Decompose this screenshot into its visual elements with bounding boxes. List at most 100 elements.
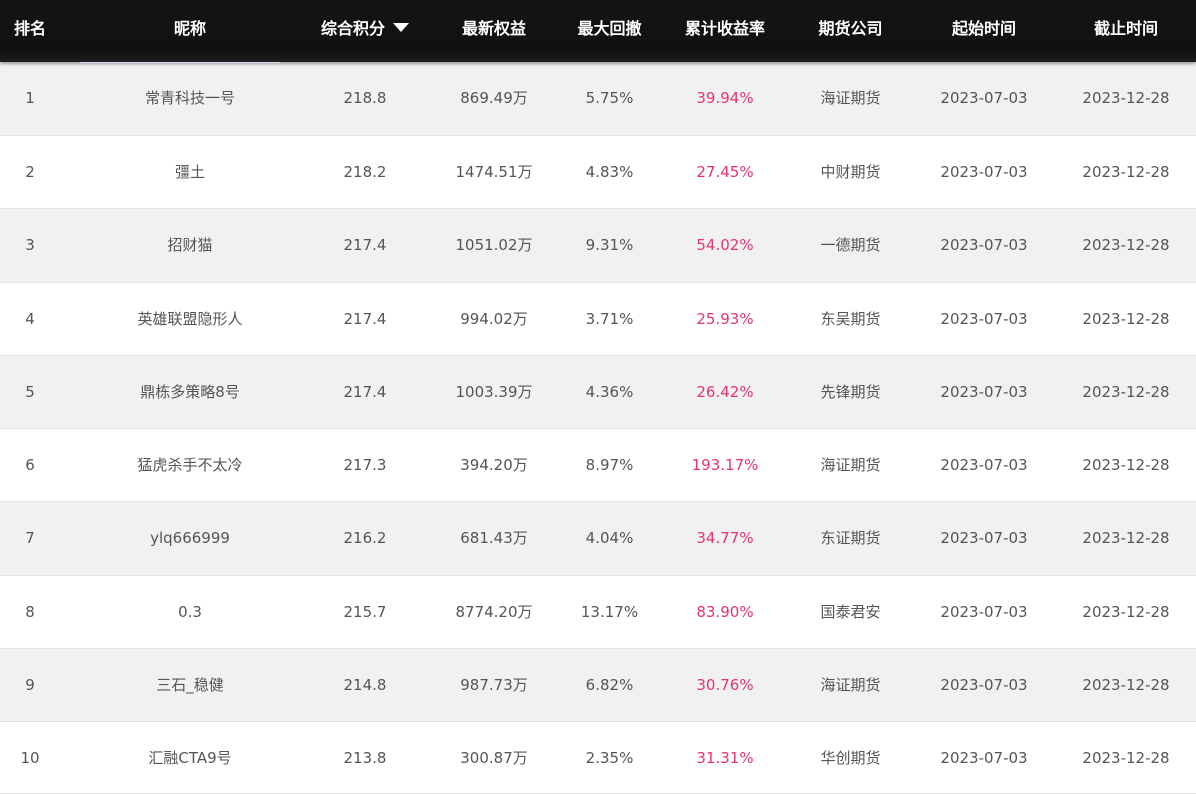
header-cumulative-return[interactable]: 累计收益率 (661, 0, 789, 58)
drawdown-cell: 8.97% (585, 456, 634, 474)
nickname-cell[interactable]: 0.3 (90, 576, 290, 648)
company-cell: 东证期货 (820, 529, 881, 547)
end-date-cell: 2023-12-28 (1082, 529, 1170, 547)
return-cell: 26.42% (696, 383, 754, 401)
score-cell: 215.7 (343, 603, 387, 621)
nickname-cell[interactable]: ylq666999 (90, 502, 290, 574)
header-max-drawdown[interactable]: 最大回撤 (558, 0, 661, 58)
company-cell: 先锋期货 (820, 383, 881, 401)
nickname-cell[interactable]: 招财猫 (90, 209, 290, 281)
nickname-cell[interactable]: 英雄联盟隐形人 (90, 283, 290, 355)
rank-cell: 7 (25, 529, 35, 547)
company-cell: 海证期货 (820, 456, 881, 474)
caret-down-icon[interactable] (393, 23, 409, 32)
equity-cell: 8774.20万 (455, 603, 533, 621)
start-date-cell: 2023-07-03 (940, 236, 1028, 254)
score-cell: 213.8 (343, 749, 387, 767)
nickname-cell[interactable]: 鼎栋多策略8号 (90, 356, 290, 428)
table-row[interactable]: 9 三石_稳健 214.8 987.73万 6.82% 30.76% 海证期货 2023-07… (0, 649, 1196, 722)
header-nickname[interactable]: 昵称 (90, 0, 290, 58)
rank-cell: 5 (25, 383, 35, 401)
table-row[interactable]: 2 彊土 218.2 1474.51万 4.83% 27.45% 中财期货 2023-07-0… (0, 136, 1196, 209)
company-cell: 中财期货 (820, 163, 881, 181)
nickname-cell[interactable]: 猛虎杀手不太冷 (90, 429, 290, 501)
equity-cell: 987.73万 (460, 676, 528, 694)
company-cell: 华创期货 (820, 749, 881, 767)
rank-cell: 4 (25, 310, 35, 328)
header-equity[interactable]: 最新权益 (430, 0, 558, 58)
end-date-cell: 2023-12-28 (1082, 676, 1170, 694)
header-score[interactable]: 综合积分 (300, 0, 430, 58)
end-date-cell: 2023-12-28 (1082, 89, 1170, 107)
header-end-date[interactable]: 截止时间 (1056, 0, 1196, 58)
score-cell: 214.8 (343, 676, 387, 694)
return-cell: 30.76% (696, 676, 754, 694)
rank-cell: 1 (25, 89, 35, 107)
return-cell: 83.90% (696, 603, 754, 621)
drawdown-cell: 6.82% (585, 676, 634, 694)
rank-cell: 6 (25, 456, 35, 474)
score-cell: 217.4 (343, 383, 387, 401)
equity-cell: 394.20万 (460, 456, 528, 474)
equity-cell: 681.43万 (460, 529, 528, 547)
return-cell: 25.93% (696, 310, 754, 328)
equity-cell: 1474.51万 (455, 163, 533, 181)
company-cell: 海证期货 (820, 676, 881, 694)
table-row[interactable]: 5 鼎栋多策略8号 217.4 1003.39万 4.36% 26.42% 先锋期货 2023… (0, 356, 1196, 429)
rank-cell: 8 (25, 603, 35, 621)
company-cell: 东吴期货 (820, 310, 881, 328)
ranking-table: 排名 昵称 综合积分 最新权益 最大回撤 累计收益率 期货公司 起始时间 截止时… (0, 0, 1196, 794)
header-score-label[interactable]: 综合积分 (321, 19, 385, 38)
drawdown-cell: 3.71% (585, 310, 634, 328)
end-date-cell: 2023-12-28 (1082, 310, 1170, 328)
header-futures-company[interactable]: 期货公司 (789, 0, 912, 58)
table-row[interactable]: 1 常青科技一号 218.8 869.49万 5.75% 39.94% 海证期货 2023-0… (0, 62, 1196, 136)
equity-cell: 869.49万 (460, 89, 528, 107)
drawdown-cell: 9.31% (585, 236, 634, 254)
drawdown-cell: 4.83% (585, 163, 634, 181)
start-date-cell: 2023-07-03 (940, 676, 1028, 694)
end-date-cell: 2023-12-28 (1082, 749, 1170, 767)
score-cell: 217.4 (343, 236, 387, 254)
score-cell: 218.8 (343, 89, 387, 107)
equity-cell: 300.87万 (460, 749, 528, 767)
score-cell: 217.3 (343, 456, 387, 474)
drawdown-cell: 4.04% (585, 529, 634, 547)
table-row[interactable]: 7 ylq666999 216.2 681.43万 4.04% 34.77% 东证期货 202… (0, 502, 1196, 576)
start-date-cell: 2023-07-03 (940, 89, 1028, 107)
start-date-cell: 2023-07-03 (940, 310, 1028, 328)
end-date-cell: 2023-12-28 (1082, 456, 1170, 474)
return-cell: 39.94% (696, 89, 754, 107)
return-cell: 31.31% (696, 749, 754, 767)
nickname-cell[interactable]: 汇融CTA9号 (90, 722, 290, 794)
end-date-cell: 2023-12-28 (1082, 603, 1170, 621)
table-row[interactable]: 3 招财猫 217.4 1051.02万 9.31% 54.02% 一德期货 2023-07-… (0, 209, 1196, 283)
score-cell: 217.4 (343, 310, 387, 328)
drawdown-cell: 4.36% (585, 383, 634, 401)
return-cell: 54.02% (696, 236, 754, 254)
equity-cell: 994.02万 (460, 310, 528, 328)
rank-cell: 10 (20, 749, 40, 767)
table-row[interactable]: 8 0.3 215.7 8774.20万 13.17% 83.90% 国泰君安 2023-07… (0, 576, 1196, 649)
drawdown-cell: 13.17% (580, 603, 639, 621)
company-cell: 一德期货 (820, 236, 881, 254)
table-row[interactable]: 10 汇融CTA9号 213.8 300.87万 2.35% 31.31% 华创期货 2023… (0, 722, 1196, 794)
return-cell: 193.17% (691, 456, 759, 474)
table-header: 排名 昵称 综合积分 最新权益 最大回撤 累计收益率 期货公司 起始时间 截止时… (0, 0, 1196, 62)
start-date-cell: 2023-07-03 (940, 456, 1028, 474)
start-date-cell: 2023-07-03 (940, 529, 1028, 547)
header-start-date[interactable]: 起始时间 (912, 0, 1056, 58)
table-row[interactable]: 6 猛虎杀手不太冷 217.3 394.20万 8.97% 193.17% 海证期货 2023… (0, 429, 1196, 502)
table-row[interactable]: 4 英雄联盟隐形人 217.4 994.02万 3.71% 25.93% 东吴期货 2023-… (0, 283, 1196, 356)
rank-cell: 2 (25, 163, 35, 181)
header-rank[interactable]: 排名 (0, 0, 60, 58)
nickname-cell[interactable]: 彊土 (90, 136, 290, 208)
rank-cell: 3 (25, 236, 35, 254)
company-cell: 国泰君安 (820, 603, 881, 621)
start-date-cell: 2023-07-03 (940, 603, 1028, 621)
nickname-cell[interactable]: 常青科技一号 (90, 62, 290, 134)
nickname-cell[interactable]: 三石_稳健 (90, 649, 290, 721)
drawdown-cell: 2.35% (585, 749, 634, 767)
equity-cell: 1051.02万 (455, 236, 533, 254)
drawdown-cell: 5.75% (585, 89, 634, 107)
